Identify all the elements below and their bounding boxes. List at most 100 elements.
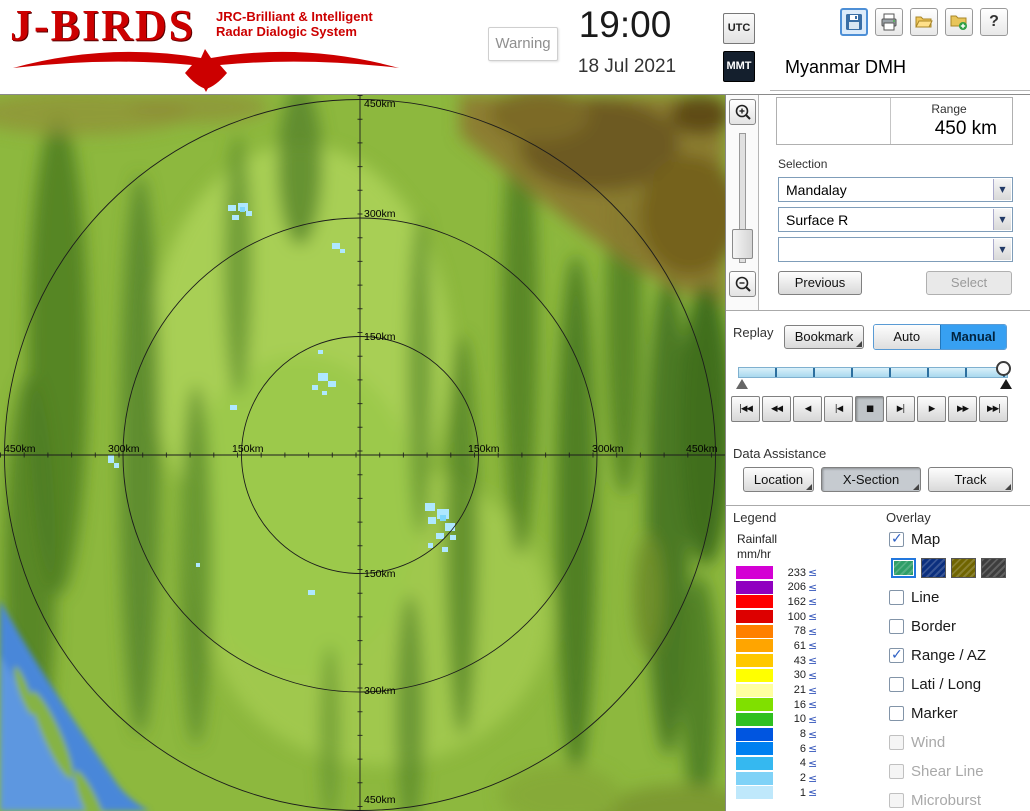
utc-toggle-button[interactable]: UTC [723, 13, 755, 44]
checkbox[interactable]: ✓ [889, 590, 904, 605]
overlay-checkbox-item[interactable]: ✓ Line [889, 586, 1006, 608]
legend-color-swatch [736, 757, 773, 770]
transport-button[interactable]: ▶| [886, 396, 915, 422]
zoom-in-icon [734, 103, 752, 121]
map-style-swatch[interactable] [951, 558, 976, 578]
zoom-out-icon [734, 275, 752, 293]
transport-button[interactable]: ◀◀ [762, 396, 791, 422]
overlay-checkbox-item[interactable]: ✓ Microburst [889, 789, 1006, 811]
ring-label: 150km [364, 331, 396, 343]
site-dropdown[interactable]: Mandalay ▼ [778, 177, 1013, 202]
open-file-button[interactable] [910, 8, 938, 36]
rainfall-legend-scale: 233 ≤ 206 ≤ 162 ≤ 100 [736, 566, 817, 801]
extra-dropdown[interactable]: ▼ [778, 237, 1013, 262]
bookmark-button[interactable]: Bookmark [784, 325, 864, 349]
overlay-item-label: Marker [911, 705, 958, 722]
legend-color-swatch [736, 713, 773, 726]
print-button[interactable] [875, 8, 903, 36]
transport-button[interactable]: ▶▶| [979, 396, 1008, 422]
check-icon: ✓ [891, 531, 903, 547]
chevron-down-icon[interactable]: ▼ [993, 209, 1011, 230]
legend-color-swatch [736, 786, 773, 799]
zoom-out-button[interactable] [729, 271, 756, 297]
legend-unit-line2: mm/hr [737, 547, 777, 562]
previous-button[interactable]: Previous [778, 271, 862, 295]
chevron-down-icon[interactable]: ▼ [993, 239, 1011, 260]
control-panel: Range 450 km Selection Mandalay ▼ Surfac… [725, 95, 1030, 811]
manual-mode-button[interactable]: Manual [940, 325, 1007, 349]
legend-row: 61 ≤ [736, 639, 817, 652]
legend-row: 43 ≤ [736, 654, 817, 667]
checkbox[interactable]: ✓ [889, 619, 904, 634]
less-equal-symbol: ≤ [808, 728, 817, 741]
timeline-position-marker[interactable] [1000, 379, 1012, 389]
map-style-swatch[interactable] [891, 558, 916, 578]
overlay-checkbox-item[interactable]: ✓ Marker [889, 702, 1006, 724]
mmt-toggle-button[interactable]: MMT [723, 51, 755, 82]
overlay-checkbox-item[interactable]: ✓ Wind [889, 731, 1006, 753]
clock-date: 18 Jul 2021 [552, 56, 702, 78]
zoom-in-button[interactable] [729, 99, 756, 125]
ring-label: 300km [364, 208, 396, 220]
legend-color-swatch [736, 698, 773, 711]
overlay-checkbox-item[interactable]: ✓ Map [889, 528, 1006, 550]
less-equal-symbol: ≤ [808, 669, 817, 682]
timeline-handle[interactable] [996, 361, 1011, 376]
transport-button[interactable]: ◀ [793, 396, 822, 422]
transport-button[interactable]: ▶▶ [948, 396, 977, 422]
zoom-slider-thumb[interactable] [732, 229, 753, 259]
x-section-button[interactable]: X-Section [821, 467, 921, 492]
ring-label: 450km [364, 98, 396, 110]
checkbox[interactable]: ✓ [889, 706, 904, 721]
chevron-down-icon[interactable]: ▼ [993, 179, 1011, 200]
legend-row: 30 ≤ [736, 669, 817, 682]
overlay-items-top: ✓ Map [889, 528, 1006, 550]
radar-map-display[interactable]: 450km 300km 150km 150km 300km 450km 450k… [0, 95, 725, 811]
legend-color-swatch [736, 625, 773, 638]
less-equal-symbol: ≤ [808, 786, 817, 799]
product-dropdown-value: Surface R [786, 212, 848, 228]
overlay-checkbox-item[interactable]: ✓ Shear Line [889, 760, 1006, 782]
legend-unit-line1: Rainfall [737, 532, 777, 547]
location-button[interactable]: Location [743, 467, 814, 492]
check-icon: ✓ [891, 647, 903, 663]
export-button[interactable] [945, 8, 973, 36]
transport-button[interactable]: ■ [855, 396, 884, 422]
auto-mode-button[interactable]: Auto [874, 325, 940, 349]
legend-row: 162 ≤ [736, 595, 817, 608]
overlay-checkbox-item[interactable]: ✓ Lati / Long [889, 673, 1006, 695]
warning-button[interactable]: Warning [488, 27, 558, 61]
ring-label: 300km [364, 685, 396, 697]
less-equal-symbol: ≤ [808, 566, 817, 579]
checkbox[interactable]: ✓ [889, 532, 904, 547]
timeline-start-marker[interactable] [736, 379, 748, 389]
track-button[interactable]: Track [928, 467, 1013, 492]
legend-threshold-value: 30 [776, 669, 806, 681]
checkbox[interactable]: ✓ [889, 735, 904, 750]
logo-subtitle-line2: Radar Dialogic System [216, 24, 373, 39]
station-title: Myanmar DMH [785, 57, 906, 78]
transport-button[interactable]: |◀ [824, 396, 853, 422]
product-dropdown[interactable]: Surface R ▼ [778, 207, 1013, 232]
legend-row: 100 ≤ [736, 610, 817, 623]
help-icon: ? [989, 13, 999, 31]
overlay-checkbox-item[interactable]: ✓ Range / AZ [889, 644, 1006, 666]
checkbox[interactable]: ✓ [889, 793, 904, 808]
overlay-item-label: Border [911, 618, 956, 635]
overlay-checkbox-item[interactable]: ✓ Border [889, 615, 1006, 637]
save-button[interactable] [840, 8, 868, 36]
map-style-swatch[interactable] [981, 558, 1006, 578]
checkbox[interactable]: ✓ [889, 648, 904, 663]
transport-button[interactable]: |◀◀ [731, 396, 760, 422]
transport-button[interactable]: ▶ [917, 396, 946, 422]
help-button[interactable]: ? [980, 8, 1008, 36]
checkbox[interactable]: ✓ [889, 677, 904, 692]
range-label: Range [895, 102, 1003, 116]
less-equal-symbol: ≤ [808, 595, 817, 608]
checkbox[interactable]: ✓ [889, 764, 904, 779]
export-icon [950, 13, 968, 31]
timeline-track[interactable] [738, 367, 1008, 378]
map-style-swatch[interactable] [921, 558, 946, 578]
select-button[interactable]: Select [926, 271, 1012, 295]
less-equal-symbol: ≤ [808, 772, 817, 785]
